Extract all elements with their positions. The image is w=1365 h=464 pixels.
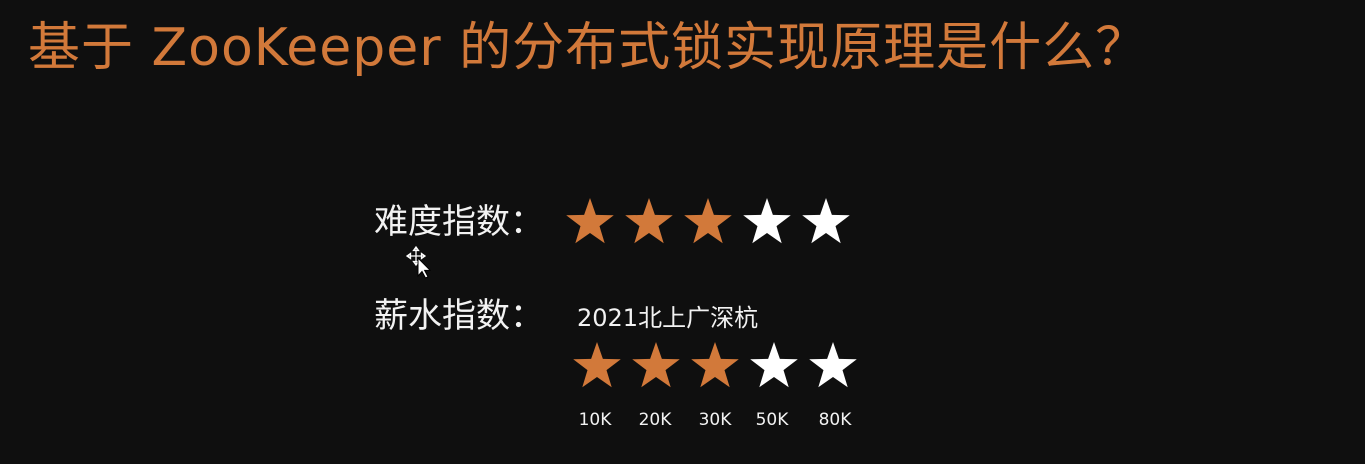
filled-star-icon — [690, 340, 740, 390]
empty-star-icon — [808, 340, 858, 390]
salary-level-label: 10K — [578, 410, 612, 430]
empty-star-icon — [801, 196, 851, 246]
salary-level-label: 50K — [755, 410, 789, 430]
filled-star-icon — [631, 340, 681, 390]
salary-rating — [572, 340, 858, 390]
salary-label: 薪水指数： — [374, 296, 544, 336]
filled-star-icon — [624, 196, 674, 246]
move-cursor-icon — [405, 245, 434, 284]
difficulty-label: 难度指数： — [374, 202, 544, 242]
salary-level-label: 20K — [638, 410, 672, 430]
difficulty-rating — [565, 196, 851, 246]
page-title: 基于 ZooKeeper 的分布式锁实现原理是什么？ — [28, 18, 1149, 78]
filled-star-icon — [572, 340, 622, 390]
salary-region-note: 2021北上广深杭 — [577, 304, 759, 332]
filled-star-icon — [565, 196, 615, 246]
empty-star-icon — [749, 340, 799, 390]
salary-level-label: 80K — [818, 410, 852, 430]
salary-level-label: 30K — [698, 410, 732, 430]
empty-star-icon — [742, 196, 792, 246]
filled-star-icon — [683, 196, 733, 246]
